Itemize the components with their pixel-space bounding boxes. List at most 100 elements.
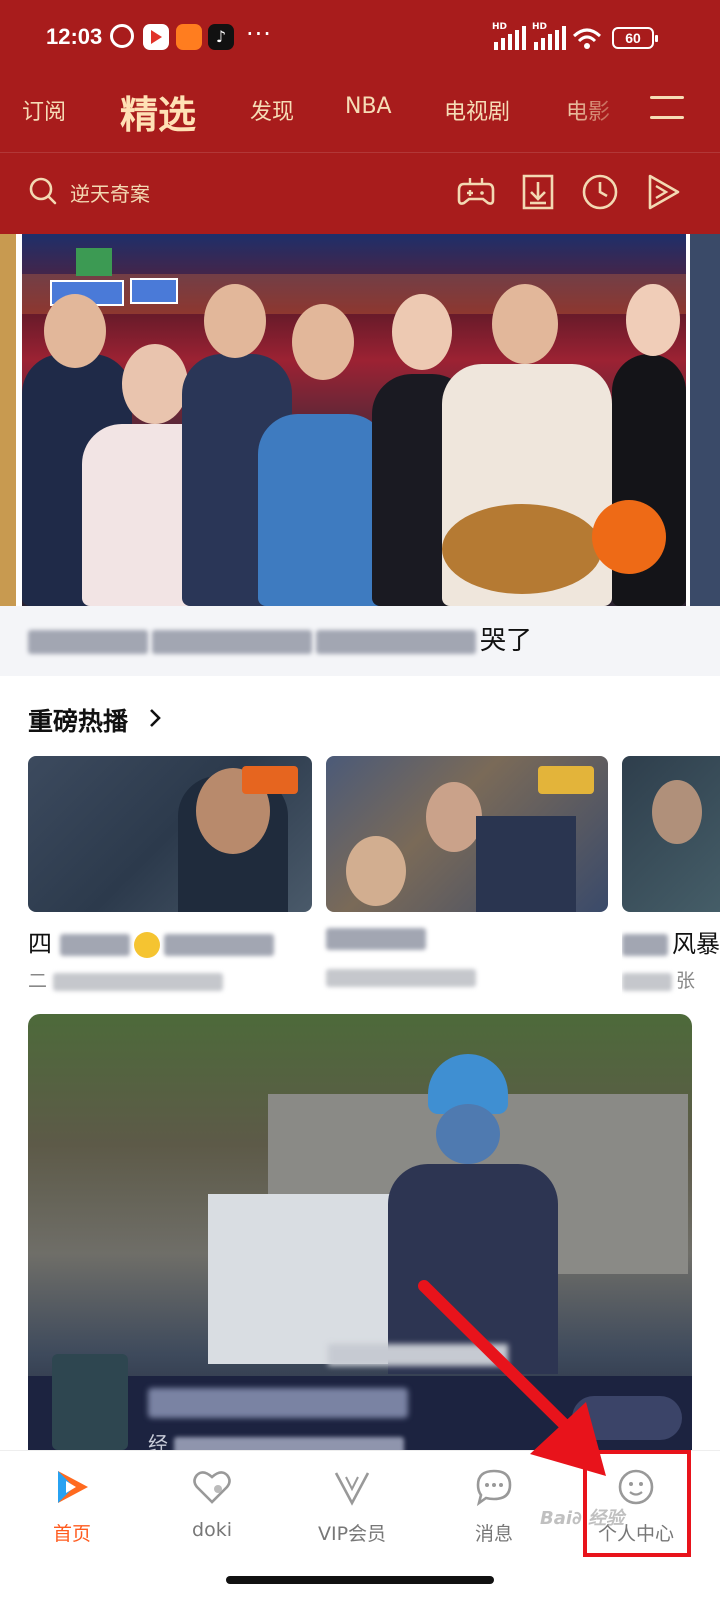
chat-bubble-icon xyxy=(476,1469,512,1507)
tab-tv-series[interactable]: 电视剧 xyxy=(444,94,510,126)
blurred-text xyxy=(59,934,130,956)
video-thumbnail xyxy=(28,756,312,912)
feed-vehicle xyxy=(208,1194,408,1364)
blurred-text xyxy=(174,1436,405,1450)
banner-face xyxy=(492,284,558,364)
wifi-icon xyxy=(572,28,602,49)
thumbnail-figure xyxy=(476,816,576,912)
feed-subtitle-blur xyxy=(328,1344,508,1366)
blurred-text xyxy=(28,629,148,654)
video-card[interactable] xyxy=(326,756,608,996)
alarm-icon xyxy=(110,24,134,48)
signal-icon-2 xyxy=(534,26,568,50)
game-controller-icon[interactable] xyxy=(456,172,496,212)
blurred-text xyxy=(326,928,426,950)
worker-body xyxy=(388,1164,558,1374)
chevron-right-icon[interactable] xyxy=(148,708,162,728)
search-placeholder: 逆天奇案 xyxy=(70,182,150,206)
feed-subtitle-text: 经 xyxy=(148,1432,168,1450)
nav-home[interactable]: 首页 xyxy=(12,1461,132,1571)
tab-subscribe[interactable]: 订阅 xyxy=(22,94,66,126)
next-banner-peek[interactable] xyxy=(690,234,720,606)
feed-worker-figure xyxy=(388,1054,588,1374)
video-thumbnail xyxy=(326,756,608,912)
card-title: 四 xyxy=(28,924,278,959)
feed-video-card[interactable]: 经 xyxy=(28,1014,692,1450)
play-icon[interactable] xyxy=(642,172,682,212)
nav-label: 消息 xyxy=(474,1523,513,1545)
home-logo-icon xyxy=(58,1471,88,1503)
thumbnail-face xyxy=(652,780,702,844)
feed-subtitle: 经 xyxy=(148,1428,408,1450)
video-card[interactable]: 四 二 xyxy=(28,756,312,996)
tab-discover[interactable]: 发现 xyxy=(250,94,294,126)
card-badge xyxy=(242,766,298,794)
card-subtitle-text: 二 xyxy=(28,970,48,992)
nav-doki[interactable]: doki xyxy=(152,1461,272,1571)
video-app-notification-icon xyxy=(143,24,169,50)
status-time: 12:03 xyxy=(46,24,103,49)
banner-badge xyxy=(592,500,666,574)
card-subtitle: 二 xyxy=(28,966,227,993)
status-bar: 12:03 ♪ ··· HD HD 60 xyxy=(0,0,720,78)
tabs-fade-overlay xyxy=(560,80,640,142)
video-card[interactable]: 风暴 张 xyxy=(622,756,720,996)
blurred-text xyxy=(163,934,274,956)
tab-nba[interactable]: NBA xyxy=(345,94,392,119)
banner-caption-text: 哭了 xyxy=(480,626,533,656)
feed-title-blurred xyxy=(148,1388,408,1418)
banner-face xyxy=(292,304,354,380)
battery-icon: 60 xyxy=(612,27,658,49)
history-clock-icon[interactable] xyxy=(580,172,620,212)
card-title: 风暴 xyxy=(622,924,720,959)
banner-face xyxy=(44,294,106,368)
prev-banner-peek[interactable] xyxy=(0,234,16,606)
card-title xyxy=(326,924,430,952)
blurred-text xyxy=(152,629,312,654)
card-subtitle xyxy=(326,966,480,988)
emoji-icon xyxy=(133,932,160,958)
featured-banner[interactable] xyxy=(22,234,686,606)
tiktok-notification-icon: ♪ xyxy=(208,24,234,50)
feed-action-button[interactable] xyxy=(572,1396,682,1440)
blurred-text xyxy=(326,968,476,987)
banner-caption[interactable]: 哭了 xyxy=(28,620,532,657)
download-icon[interactable] xyxy=(518,172,558,212)
banner-person xyxy=(258,414,388,606)
worker-mask xyxy=(436,1104,500,1164)
heart-icon xyxy=(193,1471,231,1504)
blurred-text xyxy=(622,934,668,956)
card-subtitle-text: 张 xyxy=(676,970,696,992)
banner-tag-blue-2 xyxy=(130,278,178,304)
vip-icon xyxy=(334,1472,370,1506)
search-icon xyxy=(29,177,57,205)
tab-featured[interactable]: 精选 xyxy=(120,84,196,139)
channel-menu-icon[interactable] xyxy=(650,94,684,120)
nav-label: VIP会员 xyxy=(317,1523,387,1545)
thumbnail-face xyxy=(346,836,406,906)
top-header: 12:03 ♪ ··· HD HD 60 订阅 精选 发现 NBA 电视剧 电影 xyxy=(0,0,720,234)
home-indicator[interactable] xyxy=(226,1576,494,1584)
banner-face xyxy=(626,284,680,356)
feed-poster xyxy=(52,1354,128,1450)
nav-label: doki xyxy=(192,1519,232,1541)
card-title-text: 风暴 xyxy=(672,930,720,958)
banner-tag-green xyxy=(76,248,112,276)
card-badge xyxy=(538,766,594,794)
card-subtitle: 张 xyxy=(622,966,695,993)
video-thumbnail xyxy=(622,756,720,912)
nav-messages[interactable]: 消息 xyxy=(434,1461,554,1571)
nav-vip[interactable]: VIP会员 xyxy=(292,1461,412,1571)
section-title[interactable]: 重磅热播 xyxy=(28,702,128,738)
nav-label: 首页 xyxy=(52,1523,91,1545)
watermark-logo: Bai∂ 经验 xyxy=(540,1508,625,1529)
more-notifications-icon: ··· xyxy=(246,20,272,48)
card-title-text: 四 xyxy=(28,930,52,958)
search-bar[interactable]: 逆天奇案 xyxy=(28,172,448,212)
signal-icon xyxy=(494,26,528,50)
banner-face xyxy=(122,344,188,424)
category-tabs: 订阅 精选 发现 NBA 电视剧 电影 xyxy=(0,80,720,142)
blurred-text xyxy=(316,629,476,654)
header-divider xyxy=(0,152,720,153)
app-notification-icon xyxy=(176,24,202,50)
